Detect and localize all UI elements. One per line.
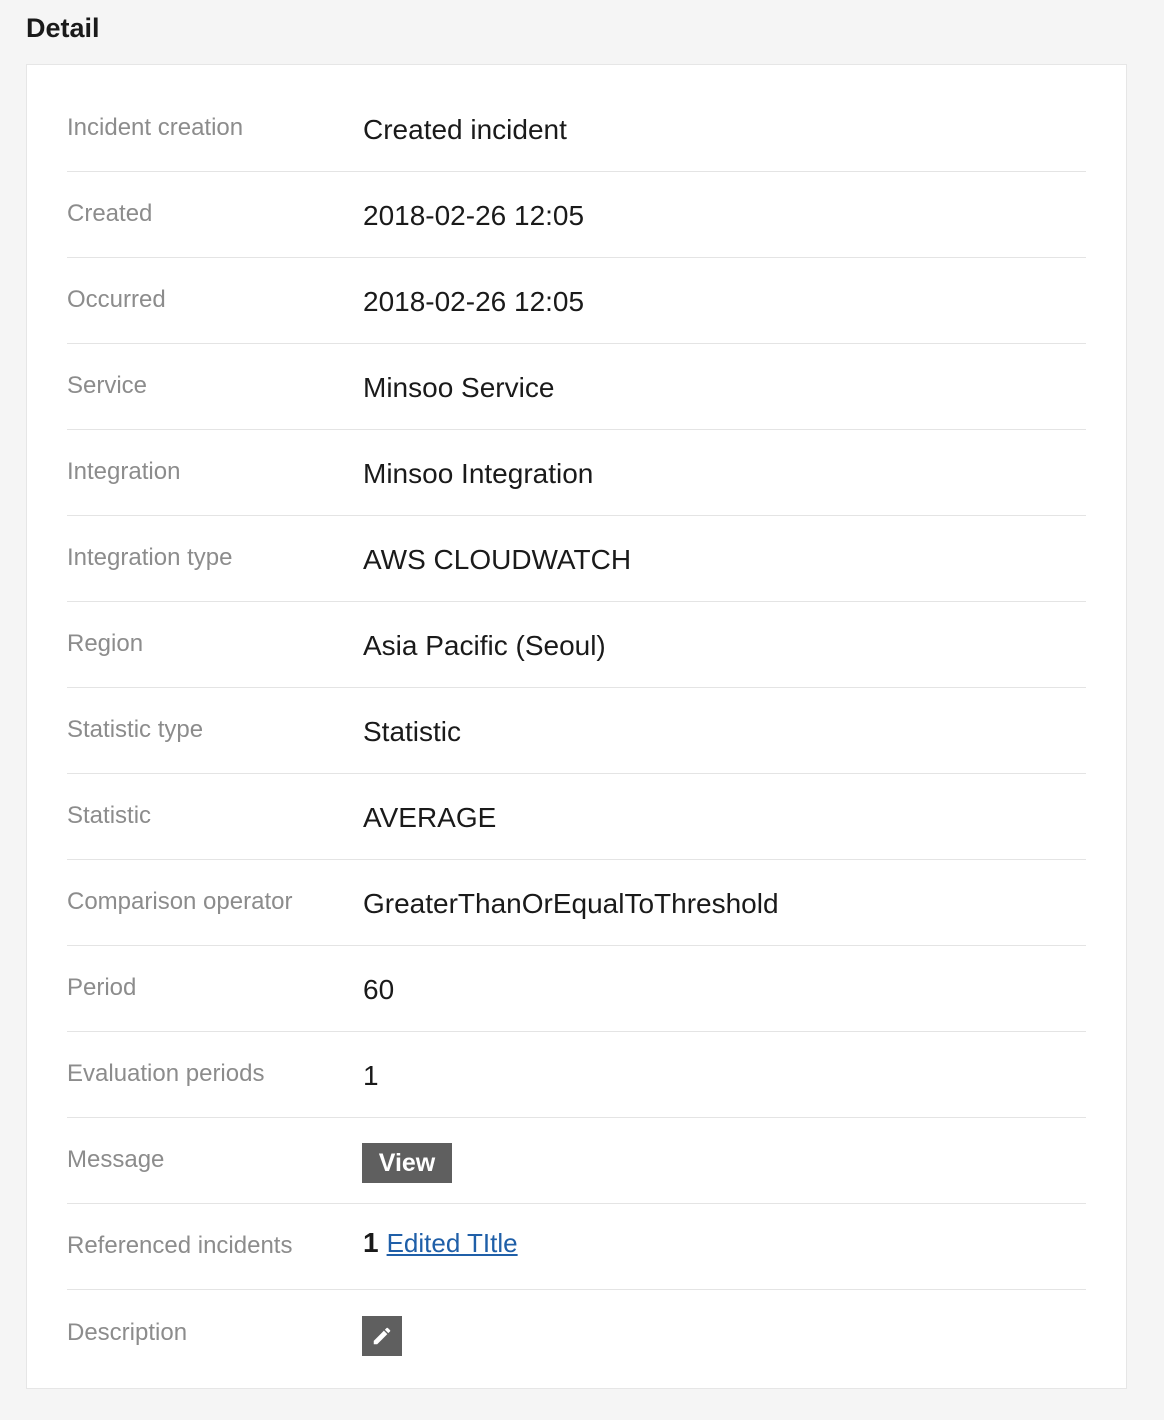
page-title: Detail — [26, 13, 100, 43]
detail-list: Incident creation Created incident Creat… — [67, 65, 1086, 1376]
row-referenced-incidents: Referenced incidents 1 Edited TItle — [67, 1204, 1086, 1290]
integration-type-label: Integration type — [67, 544, 233, 571]
service-value: Minsoo Service — [363, 372, 555, 403]
comparison-operator-label: Comparison operator — [67, 888, 293, 915]
detail-card: Incident creation Created incident Creat… — [26, 64, 1127, 1389]
integration-label: Integration — [67, 458, 181, 485]
row-statistic: Statistic AVERAGE — [67, 774, 1086, 860]
row-evaluation-periods: Evaluation periods 1 — [67, 1032, 1086, 1118]
occurred-value: 2018-02-26 12:05 — [363, 286, 585, 317]
row-integration-type: Integration type AWS CLOUDWATCH — [67, 516, 1086, 602]
row-statistic-type: Statistic type Statistic — [67, 688, 1086, 774]
row-incident-creation: Incident creation Created incident — [67, 65, 1086, 172]
view-message-button[interactable]: View — [362, 1143, 452, 1183]
statistic-type-value: Statistic — [363, 716, 462, 747]
comparison-operator-value: GreaterThanOrEqualToThreshold — [363, 888, 779, 919]
incident-creation-label: Incident creation — [67, 114, 244, 141]
pencil-icon — [373, 1327, 391, 1345]
occurred-label: Occurred — [67, 286, 166, 313]
integration-type-value: AWS CLOUDWATCH — [363, 544, 632, 575]
evaluation-periods-value: 1 — [363, 1060, 379, 1091]
edit-description-button[interactable] — [362, 1316, 402, 1356]
statistic-type-label: Statistic type — [67, 716, 204, 743]
description-label: Description — [67, 1319, 188, 1346]
referenced-incidents-label: Referenced incidents — [67, 1232, 293, 1259]
row-comparison-operator: Comparison operator GreaterThanOrEqualTo… — [67, 860, 1086, 946]
region-value: Asia Pacific (Seoul) — [363, 630, 606, 661]
row-period: Period 60 — [67, 946, 1086, 1032]
row-occurred: Occurred 2018-02-26 12:05 — [67, 258, 1086, 344]
message-label: Message — [67, 1146, 165, 1173]
row-description: Description — [67, 1290, 1086, 1376]
evaluation-periods-label: Evaluation periods — [67, 1060, 265, 1087]
created-label: Created — [67, 200, 153, 227]
row-created: Created 2018-02-26 12:05 — [67, 172, 1086, 258]
service-label: Service — [67, 372, 148, 399]
integration-value: Minsoo Integration — [363, 458, 594, 489]
row-message: Message View — [67, 1118, 1086, 1204]
statistic-label: Statistic — [67, 802, 152, 829]
created-value: 2018-02-26 12:05 — [363, 200, 585, 231]
incident-creation-value: Created incident — [363, 114, 567, 145]
row-region: Region Asia Pacific (Seoul) — [67, 602, 1086, 688]
region-label: Region — [67, 630, 144, 657]
row-service: Service Minsoo Service — [67, 344, 1086, 430]
referenced-incident-link[interactable]: Edited TItle — [387, 1228, 518, 1258]
referenced-incident-count: 1 — [363, 1227, 379, 1258]
statistic-value: AVERAGE — [363, 802, 497, 833]
row-integration: Integration Minsoo Integration — [67, 430, 1086, 516]
period-label: Period — [67, 974, 137, 1001]
referenced-incidents-value: 1 Edited TItle — [363, 1226, 518, 1265]
period-value: 60 — [363, 974, 395, 1005]
